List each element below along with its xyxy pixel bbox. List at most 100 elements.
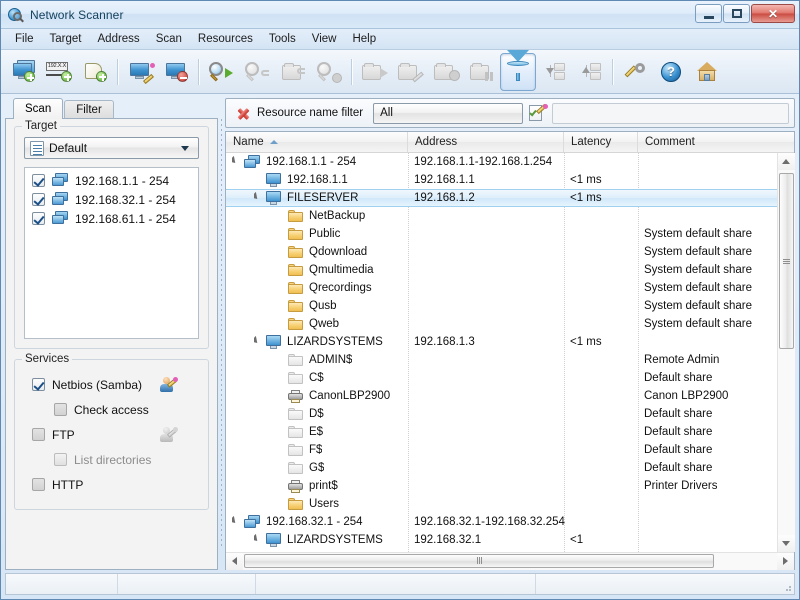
panel-splitter[interactable] bbox=[218, 98, 225, 570]
edit-computer-button[interactable] bbox=[122, 53, 158, 91]
tab-filter[interactable]: Filter bbox=[64, 100, 114, 119]
close-button[interactable]: ✕ bbox=[751, 4, 795, 23]
vertical-scroll-track[interactable] bbox=[777, 170, 795, 535]
target-label: 192.168.1.1 - 254 bbox=[75, 173, 170, 188]
cell-name: print$ bbox=[276, 479, 338, 493]
title-bar: Network Scanner ✕ bbox=[1, 1, 799, 29]
delete-computer-button[interactable] bbox=[158, 53, 194, 91]
table-row[interactable]: D$ Default share bbox=[226, 405, 777, 423]
table-row[interactable]: Qmultimedia System default share bbox=[226, 261, 777, 279]
target-checkbox[interactable] bbox=[32, 174, 45, 187]
ftp-checkbox[interactable] bbox=[32, 428, 45, 441]
home-button[interactable] bbox=[689, 53, 725, 91]
resource-filter-input[interactable] bbox=[552, 102, 789, 124]
column-header-name[interactable]: Name bbox=[226, 132, 408, 152]
table-row[interactable]: Public System default share bbox=[226, 225, 777, 243]
table-row[interactable]: F$ Default share bbox=[226, 441, 777, 459]
add-computer-button[interactable] bbox=[5, 53, 41, 91]
vertical-scroll-thumb[interactable] bbox=[778, 173, 794, 349]
resource-filter-label: Resource name filter bbox=[257, 107, 364, 119]
start-scan-button[interactable] bbox=[203, 53, 239, 91]
column-header-latency[interactable]: Latency bbox=[564, 132, 638, 152]
table-row[interactable]: CanonLBP2900 Canon LBP2900 bbox=[226, 387, 777, 405]
scroll-up-button[interactable] bbox=[777, 153, 795, 170]
folder-icon bbox=[288, 317, 304, 331]
resource-filter-combo[interactable]: All bbox=[373, 102, 524, 124]
table-row[interactable]: Qrecordings System default share bbox=[226, 279, 777, 297]
grid-vertical-scrollbar[interactable] bbox=[777, 153, 795, 552]
table-row[interactable]: Qdownload System default share bbox=[226, 243, 777, 261]
menu-item-target[interactable]: Target bbox=[42, 30, 90, 49]
window-title: Network Scanner bbox=[30, 7, 124, 22]
table-row[interactable]: Qusb System default share bbox=[226, 297, 777, 315]
table-row[interactable]: 192.168.1.1 192.168.1.1 <1 ms bbox=[226, 171, 777, 189]
horizontal-scroll-thumb[interactable] bbox=[244, 553, 714, 568]
table-row[interactable]: NetBackup bbox=[226, 207, 777, 225]
target-profile-combo[interactable]: Default bbox=[24, 137, 199, 159]
help-button[interactable]: ? bbox=[653, 53, 689, 91]
target-checkbox[interactable] bbox=[32, 193, 45, 206]
grid-horizontal-scrollbar[interactable] bbox=[226, 552, 794, 570]
table-row[interactable]: LIZARDSYSTEMS 192.168.32.1 <1 bbox=[226, 531, 777, 549]
service-http-row[interactable]: HTTP bbox=[24, 472, 199, 497]
service-check-access-row[interactable]: Check access bbox=[24, 397, 199, 422]
resize-grip[interactable] bbox=[780, 574, 794, 594]
minimize-button[interactable] bbox=[695, 4, 722, 23]
table-row[interactable]: Qweb System default share bbox=[226, 315, 777, 333]
horizontal-scroll-track[interactable] bbox=[243, 552, 777, 570]
column-header-address[interactable]: Address bbox=[408, 132, 564, 152]
table-row[interactable]: print$ Printer Drivers bbox=[226, 477, 777, 495]
table-row[interactable]: ADMIN$ Remote Admin bbox=[226, 351, 777, 369]
target-list-item[interactable]: 192.168.32.1 - 254 bbox=[25, 190, 198, 209]
cell-name: 192.168.1.1 - 254 bbox=[232, 155, 356, 169]
table-row[interactable]: LIZARDSYSTEMS 192.168.1.3 <1 ms bbox=[226, 333, 777, 351]
table-row[interactable]: FILESERVER 192.168.1.2 <1 ms bbox=[226, 189, 777, 207]
menu-item-view[interactable]: View bbox=[304, 30, 345, 49]
target-checkbox[interactable] bbox=[32, 212, 45, 225]
add-ip-range-button[interactable]: 192.X.X bbox=[41, 53, 77, 91]
table-row[interactable]: E$ Default share bbox=[226, 423, 777, 441]
target-list[interactable]: 192.168.1.1 - 254 192.168.32.1 - 254 192… bbox=[24, 167, 199, 339]
service-netbios-row[interactable]: Netbios (Samba) bbox=[24, 372, 199, 397]
table-row[interactable]: 192.168.1.1 - 254 192.168.1.1-192.168.1.2… bbox=[226, 153, 777, 171]
ftp-label: FTP bbox=[52, 427, 75, 442]
cell-comment: Default share bbox=[644, 426, 713, 438]
table-row[interactable]: 192.168.32.1 - 254 192.168.32.1-192.168.3… bbox=[226, 513, 777, 531]
cell-name-label: ADMIN$ bbox=[309, 354, 353, 366]
table-row[interactable]: Users bbox=[226, 495, 777, 513]
menu-item-resources[interactable]: Resources bbox=[190, 30, 261, 49]
tab-scan[interactable]: Scan bbox=[13, 98, 64, 119]
menu-item-tools[interactable]: Tools bbox=[261, 30, 304, 49]
menu-item-file[interactable]: File bbox=[7, 30, 42, 49]
list-directories-label: List directories bbox=[74, 452, 152, 467]
target-list-item[interactable]: 192.168.61.1 - 254 bbox=[25, 209, 198, 228]
target-label: 192.168.32.1 - 254 bbox=[75, 192, 176, 207]
column-header-comment[interactable]: Comment bbox=[638, 132, 794, 152]
scroll-down-button[interactable] bbox=[777, 535, 795, 552]
grid-rows: 192.168.1.1 - 254 192.168.1.1-192.168.1.2… bbox=[226, 153, 777, 549]
scroll-left-button[interactable] bbox=[226, 552, 243, 570]
http-checkbox[interactable] bbox=[32, 478, 45, 491]
edit-filter-icon[interactable] bbox=[529, 103, 549, 122]
menu-item-address[interactable]: Address bbox=[90, 30, 148, 49]
netbios-checkbox[interactable] bbox=[32, 378, 45, 391]
maximize-button[interactable] bbox=[723, 4, 750, 23]
scroll-right-button[interactable] bbox=[777, 552, 794, 570]
check-access-checkbox[interactable] bbox=[54, 403, 67, 416]
menu-item-scan[interactable]: Scan bbox=[148, 30, 190, 49]
toolbar-separator bbox=[612, 58, 613, 85]
add-list-button[interactable] bbox=[77, 53, 113, 91]
filter-button[interactable] bbox=[500, 49, 536, 91]
user-credentials-icon[interactable] bbox=[159, 376, 178, 393]
services-group: Services Netbios (Samba) Check access FT… bbox=[14, 353, 209, 510]
clear-filter-icon[interactable] bbox=[236, 106, 250, 120]
options-button[interactable] bbox=[617, 53, 653, 91]
table-row[interactable]: G$ Default share bbox=[226, 459, 777, 477]
target-list-item[interactable]: 192.168.1.1 - 254 bbox=[25, 171, 198, 190]
status-cell-1 bbox=[6, 574, 118, 594]
menu-item-help[interactable]: Help bbox=[344, 30, 384, 49]
cell-name-label: Qweb bbox=[309, 318, 340, 330]
splitter-grip bbox=[221, 119, 222, 549]
table-row[interactable]: C$ Default share bbox=[226, 369, 777, 387]
service-ftp-row[interactable]: FTP bbox=[24, 422, 199, 447]
